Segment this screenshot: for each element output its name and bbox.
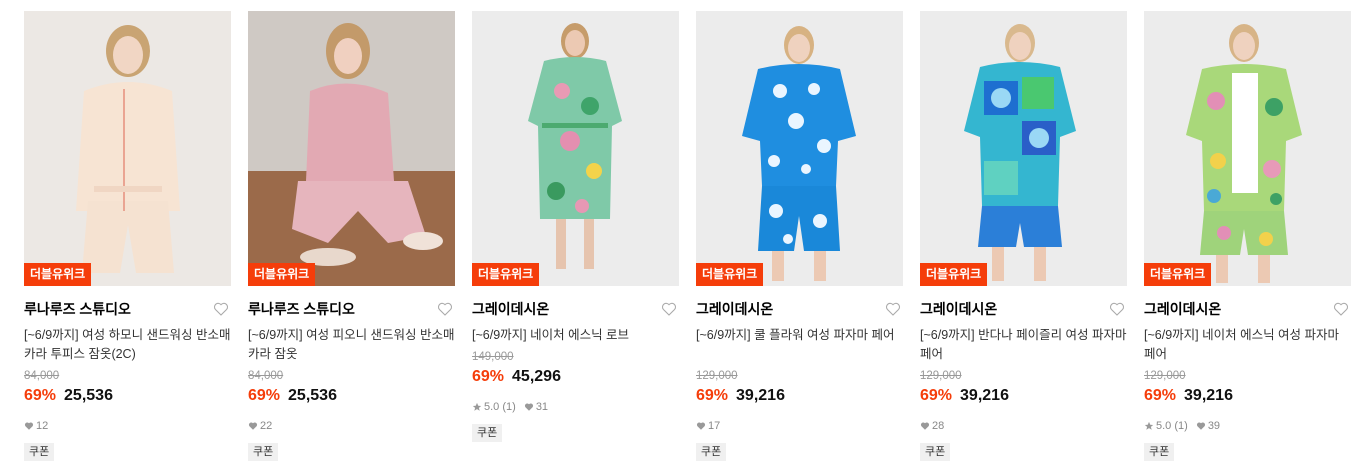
like-count: 17 xyxy=(708,420,721,432)
product-card[interactable]: 더블유위크 그레이데시온 [~6/9까지] 반다나 페이즐리 여성 파자마 페어… xyxy=(920,11,1127,461)
product-title[interactable]: [~6/9까지] 네이처 에스닉 로브 xyxy=(472,326,679,345)
original-price: 84,000 xyxy=(248,370,284,382)
like-count: 22 xyxy=(260,420,273,432)
product-image[interactable]: 더블유위크 xyxy=(248,11,455,286)
review-count: (1) xyxy=(502,401,516,413)
product-title[interactable]: [~6/9까지] 쿨 플라워 여성 파자마 페어 xyxy=(696,326,903,364)
product-title[interactable]: [~6/9까지] 여성 피오니 샌드워싱 반소매 카라 잠옷 xyxy=(248,326,455,364)
product-card[interactable]: 더블유위크 그레이데시온 [~6/9까지] 네이처 에스닉 여성 파자마 페어 … xyxy=(1144,11,1351,461)
product-stats: 17 xyxy=(696,419,903,433)
star-icon xyxy=(472,402,482,411)
like-count: 12 xyxy=(36,420,49,432)
promo-badge: 더블유위크 xyxy=(696,263,764,286)
original-price: 129,000 xyxy=(920,370,962,382)
brand-name[interactable]: 그레이데시온 xyxy=(1144,297,1351,321)
product-stats: 5.0 (1) 31 xyxy=(472,400,679,414)
product-stats: 22 xyxy=(248,419,455,433)
heart-filled-icon xyxy=(920,422,930,430)
product-card[interactable]: 더블유위크 그레이데시온 [~6/9까지] 쿨 플라워 여성 파자마 페어 12… xyxy=(696,11,903,461)
product-title[interactable]: [~6/9까지] 반다나 페이즐리 여성 파자마 페어 xyxy=(920,326,1127,364)
promo-badge: 더블유위크 xyxy=(920,263,988,286)
coupon-tag[interactable]: 쿠폰 xyxy=(472,424,503,442)
heart-outline-icon[interactable] xyxy=(1109,301,1125,317)
heart-outline-icon[interactable] xyxy=(213,301,229,317)
discount-rate: 69% xyxy=(920,387,953,404)
promo-badge: 더블유위크 xyxy=(472,263,540,286)
sale-price: 39,216 xyxy=(960,387,1009,404)
coupon-tag[interactable]: 쿠폰 xyxy=(248,443,279,461)
product-stats: 5.0 (1) 39 xyxy=(1144,419,1351,433)
brand-name[interactable]: 그레이데시온 xyxy=(696,297,903,321)
heart-filled-icon xyxy=(24,422,34,430)
heart-filled-icon xyxy=(696,422,706,430)
like-count: 28 xyxy=(932,420,945,432)
product-card[interactable]: 더블유위크 루나루즈 스튜디오 [~6/9까지] 여성 하모니 샌드워싱 반소매… xyxy=(24,11,231,461)
rating-score: 5.0 xyxy=(1156,420,1172,432)
promo-badge: 더블유위크 xyxy=(1144,263,1212,286)
discount-rate: 69% xyxy=(248,387,281,404)
discount-rate: 69% xyxy=(1144,387,1177,404)
brand-name[interactable]: 그레이데시온 xyxy=(920,297,1127,321)
product-stats: 12 xyxy=(24,419,231,433)
discount-rate: 69% xyxy=(472,368,505,385)
original-price: 129,000 xyxy=(696,370,738,382)
sale-price: 45,296 xyxy=(512,368,561,385)
promo-badge: 더블유위크 xyxy=(24,263,92,286)
heart-filled-icon xyxy=(1196,422,1205,430)
promo-badge: 더블유위크 xyxy=(248,263,316,286)
heart-filled-icon xyxy=(248,422,258,430)
review-count: (1) xyxy=(1174,420,1188,432)
coupon-tag[interactable]: 쿠폰 xyxy=(920,443,951,461)
heart-outline-icon[interactable] xyxy=(1333,301,1349,317)
original-price: 149,000 xyxy=(472,351,514,363)
product-image[interactable]: 더블유위크 xyxy=(920,11,1127,286)
brand-name[interactable]: 루나루즈 스튜디오 xyxy=(248,297,455,321)
product-stats: 28 xyxy=(920,419,1127,433)
product-image[interactable]: 더블유위크 xyxy=(472,11,679,286)
coupon-tag[interactable]: 쿠폰 xyxy=(1144,443,1175,461)
product-title[interactable]: [~6/9까지] 네이처 에스닉 여성 파자마 페어 xyxy=(1144,326,1351,364)
discount-rate: 69% xyxy=(696,387,729,404)
brand-name[interactable]: 그레이데시온 xyxy=(472,297,679,321)
product-card[interactable]: 더블유위크 루나루즈 스튜디오 [~6/9까지] 여성 피오니 샌드워싱 반소매… xyxy=(248,11,455,461)
heart-outline-icon[interactable] xyxy=(885,301,901,317)
heart-filled-icon xyxy=(524,403,533,411)
heart-outline-icon[interactable] xyxy=(661,301,677,317)
product-image[interactable]: 더블유위크 xyxy=(1144,11,1351,286)
star-icon xyxy=(1144,421,1154,430)
product-image[interactable]: 더블유위크 xyxy=(696,11,903,286)
discount-rate: 69% xyxy=(24,387,57,404)
like-count: 31 xyxy=(535,401,549,413)
product-card[interactable]: 더블유위크 그레이데시온 [~6/9까지] 네이처 에스닉 로브 149,000… xyxy=(472,11,679,442)
coupon-tag[interactable]: 쿠폰 xyxy=(696,443,727,461)
coupon-tag[interactable]: 쿠폰 xyxy=(24,443,55,461)
heart-outline-icon[interactable] xyxy=(437,301,453,317)
sale-price: 39,216 xyxy=(736,387,785,404)
like-count: 39 xyxy=(1207,420,1221,432)
original-price: 84,000 xyxy=(24,370,60,382)
brand-name[interactable]: 루나루즈 스튜디오 xyxy=(24,297,231,321)
product-grid: 더블유위크 루나루즈 스튜디오 [~6/9까지] 여성 하모니 샌드워싱 반소매… xyxy=(0,0,1364,464)
sale-price: 25,536 xyxy=(64,387,113,404)
sale-price: 39,216 xyxy=(1184,387,1233,404)
rating-score: 5.0 xyxy=(484,401,500,413)
sale-price: 25,536 xyxy=(288,387,337,404)
product-title[interactable]: [~6/9까지] 여성 하모니 샌드워싱 반소매 카라 투피스 잠옷(2C) xyxy=(24,326,231,364)
original-price: 129,000 xyxy=(1144,370,1186,382)
product-image[interactable]: 더블유위크 xyxy=(24,11,231,286)
